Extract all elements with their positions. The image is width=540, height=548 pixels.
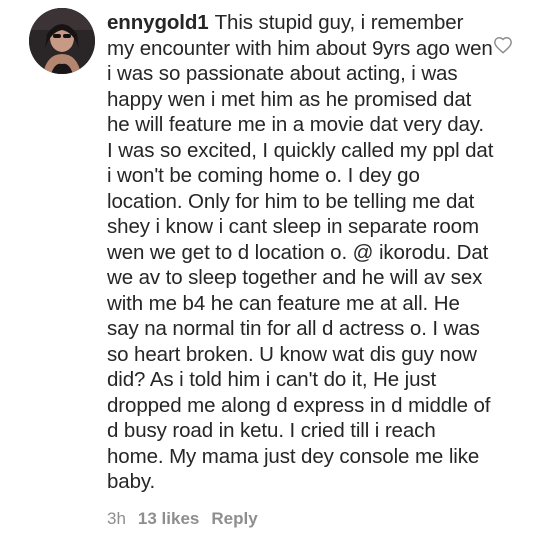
comment-text: This stupid guy, i remember my encounter… bbox=[107, 11, 494, 493]
heart-outline-icon[interactable] bbox=[493, 36, 513, 54]
comment-meta: 3h 13 likes Reply bbox=[107, 509, 258, 529]
reply-button[interactable]: Reply bbox=[211, 509, 257, 529]
comment-body: ennygold1 This stupid guy, i remember my … bbox=[107, 10, 495, 495]
comment-item: ennygold1 This stupid guy, i remember my … bbox=[0, 0, 540, 548]
avatar-photo bbox=[29, 8, 95, 74]
comment-username[interactable]: ennygold1 bbox=[107, 11, 209, 34]
likes-count[interactable]: 13 likes bbox=[138, 509, 199, 529]
avatar[interactable] bbox=[29, 8, 95, 74]
comment-time[interactable]: 3h bbox=[107, 509, 126, 529]
